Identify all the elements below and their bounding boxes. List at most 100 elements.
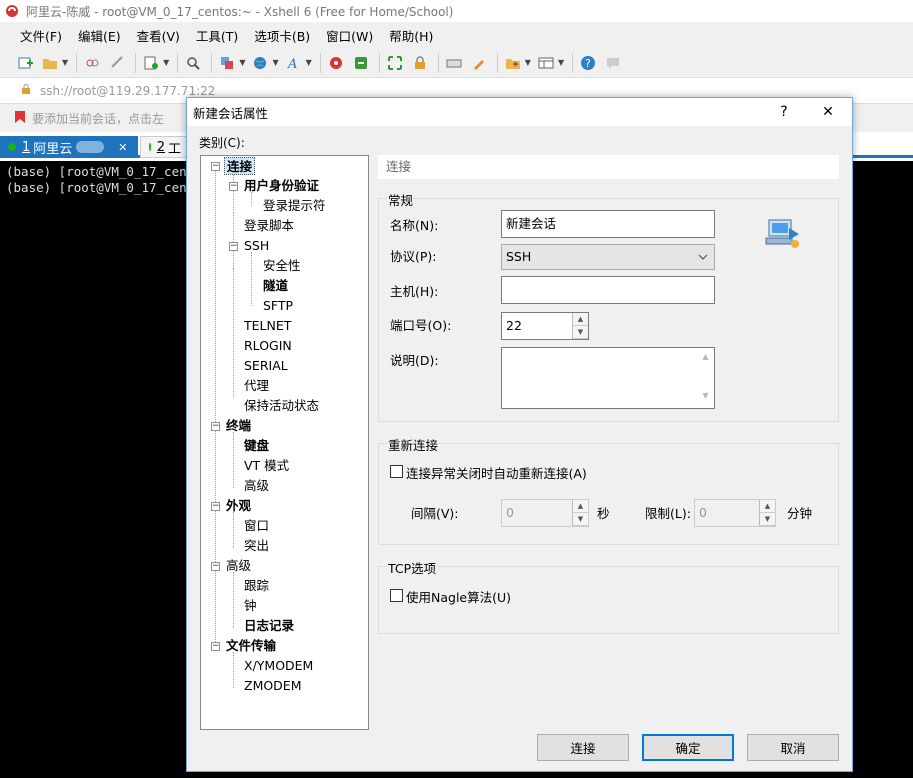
close-icon[interactable]: ✕	[118, 141, 127, 154]
tree-item-terminal[interactable]: 终端	[226, 417, 251, 435]
svg-text:?: ?	[585, 57, 591, 70]
transfer-icon[interactable]	[216, 52, 238, 74]
ok-button[interactable]: 确定	[642, 734, 734, 761]
new-session-icon[interactable]	[14, 52, 36, 74]
collapse-icon[interactable]: −	[229, 242, 238, 251]
name-field[interactable]: 新建会话	[501, 210, 715, 238]
nagle-label[interactable]: 使用Nagle算法(U)	[406, 587, 511, 606]
protocol-select[interactable]: SSH	[501, 244, 715, 270]
chevron-down-icon[interactable]: ▼	[239, 58, 245, 67]
collapse-icon[interactable]: −	[211, 642, 220, 651]
tree-item-advanced[interactable]: 高级	[226, 557, 251, 575]
window-title: 阿里云-陈威 - root@VM_0_17_centos:~ - Xshell …	[26, 4, 454, 19]
cancel-button[interactable]: 取消	[747, 734, 839, 761]
collapse-icon[interactable]: −	[211, 162, 220, 171]
tree-item-file-transfer[interactable]: 文件传输	[226, 637, 276, 655]
tree-connector	[233, 652, 234, 688]
tree-item-security[interactable]: 安全性	[263, 257, 301, 275]
auto-reconnect-checkbox[interactable]	[390, 465, 403, 478]
tree-item-highlight[interactable]: 突出	[244, 537, 269, 555]
help-button[interactable]: ?	[763, 98, 805, 126]
close-button[interactable]: ✕	[807, 98, 849, 126]
window-titlebar: 阿里云-陈威 - root@VM_0_17_centos:~ - Xshell …	[0, 0, 913, 22]
help-icon[interactable]: ?	[577, 52, 599, 74]
tree-item-window[interactable]: 窗口	[244, 517, 269, 535]
session-tab-2[interactable]: 2 工	[140, 136, 190, 158]
open-folder-icon[interactable]	[39, 52, 61, 74]
tree-item-trace[interactable]: 跟踪	[244, 577, 269, 595]
description-scrollbar[interactable]: ▲ ▼	[697, 348, 714, 408]
chevron-down-icon[interactable]: ▼	[272, 58, 278, 67]
tree-item-keepalive[interactable]: 保持活动状态	[244, 397, 319, 415]
reconnect-icon[interactable]	[106, 52, 128, 74]
port-field[interactable]: 22 ▲ ▼	[501, 312, 589, 340]
collapse-icon[interactable]: −	[211, 562, 220, 571]
menu-edit[interactable]: 编辑(E)	[78, 26, 121, 45]
tree-item-bell[interactable]: 钟	[244, 597, 257, 615]
tree-item-telnet[interactable]: TELNET	[244, 317, 291, 335]
tree-item-connect[interactable]: 连接	[224, 157, 256, 175]
nagle-checkbox[interactable]	[390, 589, 403, 602]
tree-item-terminal-advanced[interactable]: 高级	[244, 477, 269, 495]
tree-item-sftp[interactable]: SFTP	[263, 297, 293, 315]
tree-item-rlogin[interactable]: RLOGIN	[244, 337, 292, 355]
menu-tab[interactable]: 选项卡(B)	[254, 26, 310, 45]
session-tab-1[interactable]: 1 阿里云 ✕	[0, 136, 138, 158]
menu-help[interactable]: 帮助(H)	[389, 26, 433, 45]
collapse-icon[interactable]: −	[211, 422, 220, 431]
tree-item-serial[interactable]: SERIAL	[244, 357, 288, 375]
tree-item-login-prompt[interactable]: 登录提示符	[263, 197, 326, 215]
highlight-pen-icon[interactable]	[468, 52, 490, 74]
new-folder-icon[interactable]	[502, 52, 524, 74]
toolbar-divider	[135, 52, 137, 73]
tree-item-logging[interactable]: 日志记录	[244, 617, 294, 635]
chevron-down-icon[interactable]: ▼	[306, 58, 312, 67]
description-field[interactable]	[501, 347, 715, 409]
tree-item-ssh[interactable]: SSH	[244, 237, 269, 255]
tree-item-proxy[interactable]: 代理	[244, 377, 269, 395]
collapse-icon[interactable]: −	[211, 502, 220, 511]
host-field[interactable]	[501, 276, 715, 304]
tree-item-auth[interactable]: 用户身份验证	[244, 177, 319, 195]
interval-label: 间隔(V):	[411, 506, 459, 521]
disconnect-icon[interactable]	[81, 52, 103, 74]
auto-reconnect-label[interactable]: 连接异常关闭时自动重新连接(A)	[406, 463, 587, 482]
tree-item-login-script[interactable]: 登录脚本	[244, 217, 294, 235]
menu-tools[interactable]: 工具(T)	[196, 26, 238, 45]
layout-icon[interactable]	[535, 52, 557, 74]
chevron-down-icon[interactable]: ▼	[62, 58, 68, 67]
properties-icon[interactable]	[140, 52, 162, 74]
connect-button[interactable]: 连接	[537, 734, 629, 761]
xftp-icon[interactable]	[350, 52, 372, 74]
port-spinner[interactable]: ▲ ▼	[572, 313, 588, 339]
spin-down-icon[interactable]: ▼	[573, 326, 588, 339]
toolbar-divider	[496, 52, 498, 73]
chat-icon[interactable]	[602, 52, 624, 74]
chevron-down-icon[interactable]: ▼	[558, 58, 564, 67]
fullscreen-icon[interactable]	[384, 52, 406, 74]
search-icon[interactable]	[182, 52, 204, 74]
limit-unit: 分钟	[787, 506, 813, 521]
collapse-icon[interactable]: −	[229, 182, 238, 191]
keyboard-icon[interactable]	[443, 52, 465, 74]
tree-item-xymodem[interactable]: X/YMODEM	[244, 657, 313, 675]
menu-view[interactable]: 查看(V)	[137, 26, 180, 45]
category-tree[interactable]: − 连接 − 用户身份验证 登录提示符 登录脚本 − SSH 安全性 隧道 SF…	[200, 155, 369, 730]
tree-item-tunnel[interactable]: 隧道	[263, 277, 288, 295]
font-icon[interactable]: A	[283, 52, 305, 74]
spin-down-icon: ▼	[760, 513, 775, 526]
chevron-down-icon[interactable]: ▼	[525, 58, 531, 67]
menu-window[interactable]: 窗口(W)	[326, 26, 373, 45]
tree-item-vt-mode[interactable]: VT 模式	[244, 457, 289, 475]
toolbar-divider	[378, 52, 380, 73]
chevron-down-icon[interactable]: ▼	[163, 58, 169, 67]
lock-icon[interactable]	[409, 52, 431, 74]
tree-item-appearance[interactable]: 外观	[226, 497, 251, 515]
toolbar-divider	[572, 52, 574, 73]
xshell-icon[interactable]	[325, 52, 347, 74]
limit-value: 0	[699, 505, 707, 520]
tree-item-keyboard[interactable]: 键盘	[244, 437, 269, 455]
tree-item-zmodem[interactable]: ZMODEM	[244, 677, 302, 695]
menu-file[interactable]: 文件(F)	[20, 26, 62, 45]
globe-icon[interactable]	[249, 52, 271, 74]
